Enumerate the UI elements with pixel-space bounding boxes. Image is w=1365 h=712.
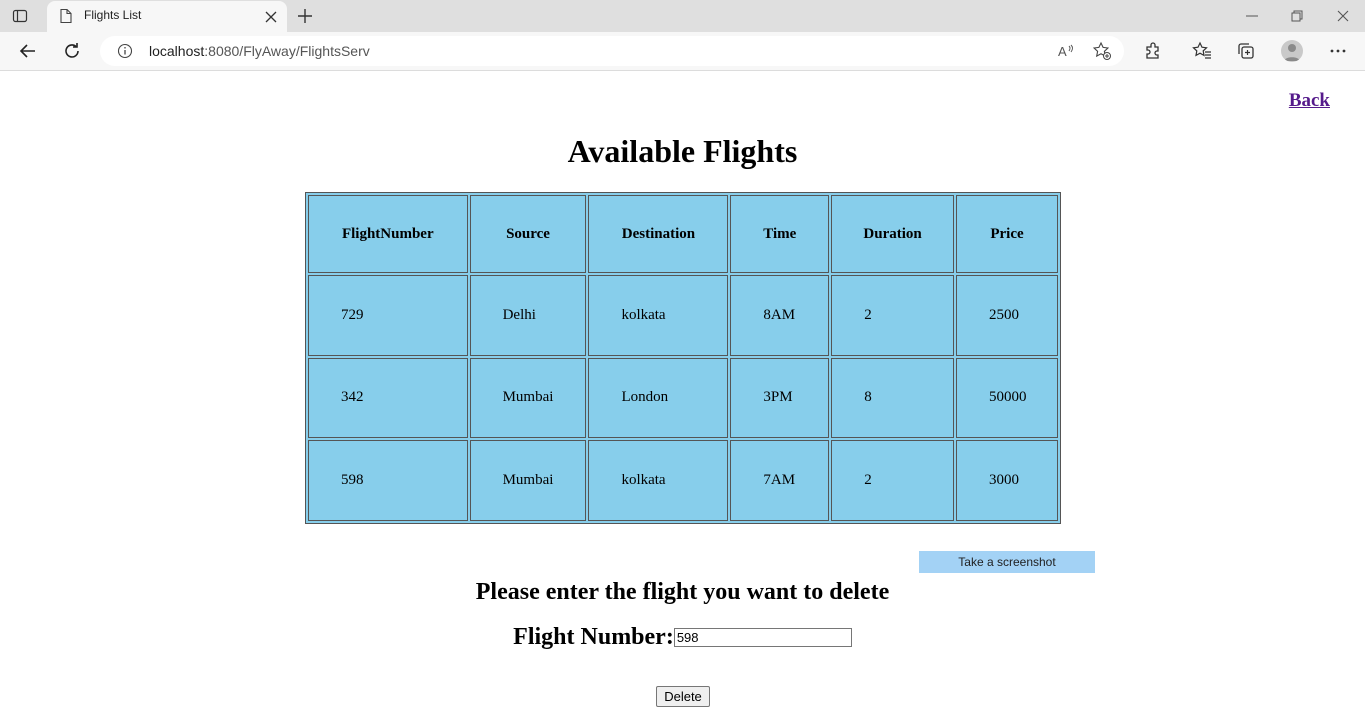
column-header: FlightNumber xyxy=(308,195,468,273)
table-cell: 8AM xyxy=(730,275,830,356)
plus-icon[interactable] xyxy=(296,7,314,25)
address-bar[interactable]: localhost:8080/FlyAway/FlightsServ A xyxy=(100,36,1124,66)
table-cell: 7AM xyxy=(730,440,830,521)
table-cell: 2 xyxy=(831,440,955,521)
table-row: 598 Mumbai kolkata 7AM 2 3000 xyxy=(308,440,1058,521)
tab-strip: Flights List xyxy=(0,0,1365,32)
browser-toolbar: localhost:8080/FlyAway/FlightsServ A xyxy=(0,32,1365,71)
collections-icon[interactable] xyxy=(1236,41,1256,61)
table-row: 729 Delhi kolkata 8AM 2 2500 xyxy=(308,275,1058,356)
refresh-icon[interactable] xyxy=(62,41,82,61)
favorites-icon[interactable] xyxy=(1192,41,1212,61)
table-cell: 342 xyxy=(308,357,468,439)
table-cell: 50000 xyxy=(956,357,1058,439)
flight-number-label: Flight Number: xyxy=(513,624,674,650)
table-cell: Mumbai xyxy=(469,357,587,439)
column-header: Duration xyxy=(831,195,955,273)
browser-tab[interactable]: Flights List xyxy=(47,1,287,32)
table-cell: 3000 xyxy=(956,440,1058,521)
flight-number-form: Flight Number: xyxy=(0,624,1365,651)
table-cell: 729 xyxy=(308,275,468,356)
table-cell: Delhi xyxy=(469,275,587,356)
add-favorite-icon[interactable] xyxy=(1092,41,1112,61)
column-header: Destination xyxy=(588,195,729,273)
tab-actions-icon[interactable] xyxy=(12,8,28,24)
extensions-icon[interactable] xyxy=(1143,41,1163,61)
table-cell: 8 xyxy=(831,357,955,439)
table-cell: 2 xyxy=(831,275,955,356)
table-cell: 3PM xyxy=(730,357,830,439)
restore-icon[interactable] xyxy=(1289,8,1305,24)
table-cell: 2500 xyxy=(956,275,1058,356)
close-window-icon[interactable] xyxy=(1335,8,1351,24)
tab-title: Flights List xyxy=(84,8,142,22)
table-cell: Mumbai xyxy=(469,440,587,521)
table-header-row: FlightNumber Source Destination Time Dur… xyxy=(308,195,1058,273)
flights-table: FlightNumber Source Destination Time Dur… xyxy=(305,192,1061,524)
take-screenshot-button[interactable]: Take a screenshot xyxy=(919,551,1095,573)
table-cell: London xyxy=(588,357,729,439)
more-icon[interactable] xyxy=(1328,41,1348,61)
close-icon[interactable] xyxy=(265,10,277,23)
back-arrow-icon[interactable] xyxy=(18,41,38,61)
svg-text:A: A xyxy=(1058,44,1067,59)
table-cell: 598 xyxy=(308,440,468,521)
url-text[interactable]: localhost:8080/FlyAway/FlightsServ xyxy=(149,43,370,59)
profile-icon[interactable] xyxy=(1281,40,1303,62)
minimize-icon[interactable] xyxy=(1244,8,1260,24)
flight-number-input[interactable] xyxy=(673,628,852,647)
read-aloud-icon[interactable]: A xyxy=(1056,41,1076,61)
info-icon[interactable] xyxy=(117,43,133,59)
back-link[interactable]: Back xyxy=(1289,90,1330,112)
column-header: Price xyxy=(956,195,1058,273)
delete-prompt: Please enter the flight you want to dele… xyxy=(475,579,890,605)
table-cell: kolkata xyxy=(588,440,729,521)
page-icon xyxy=(59,8,73,24)
page-title: Available Flights xyxy=(567,133,798,169)
column-header: Source xyxy=(469,195,587,273)
delete-button[interactable]: Delete xyxy=(656,686,710,707)
column-header: Time xyxy=(730,195,830,273)
table-row: 342 Mumbai London 3PM 8 50000 xyxy=(308,357,1058,439)
table-cell: kolkata xyxy=(588,275,729,356)
